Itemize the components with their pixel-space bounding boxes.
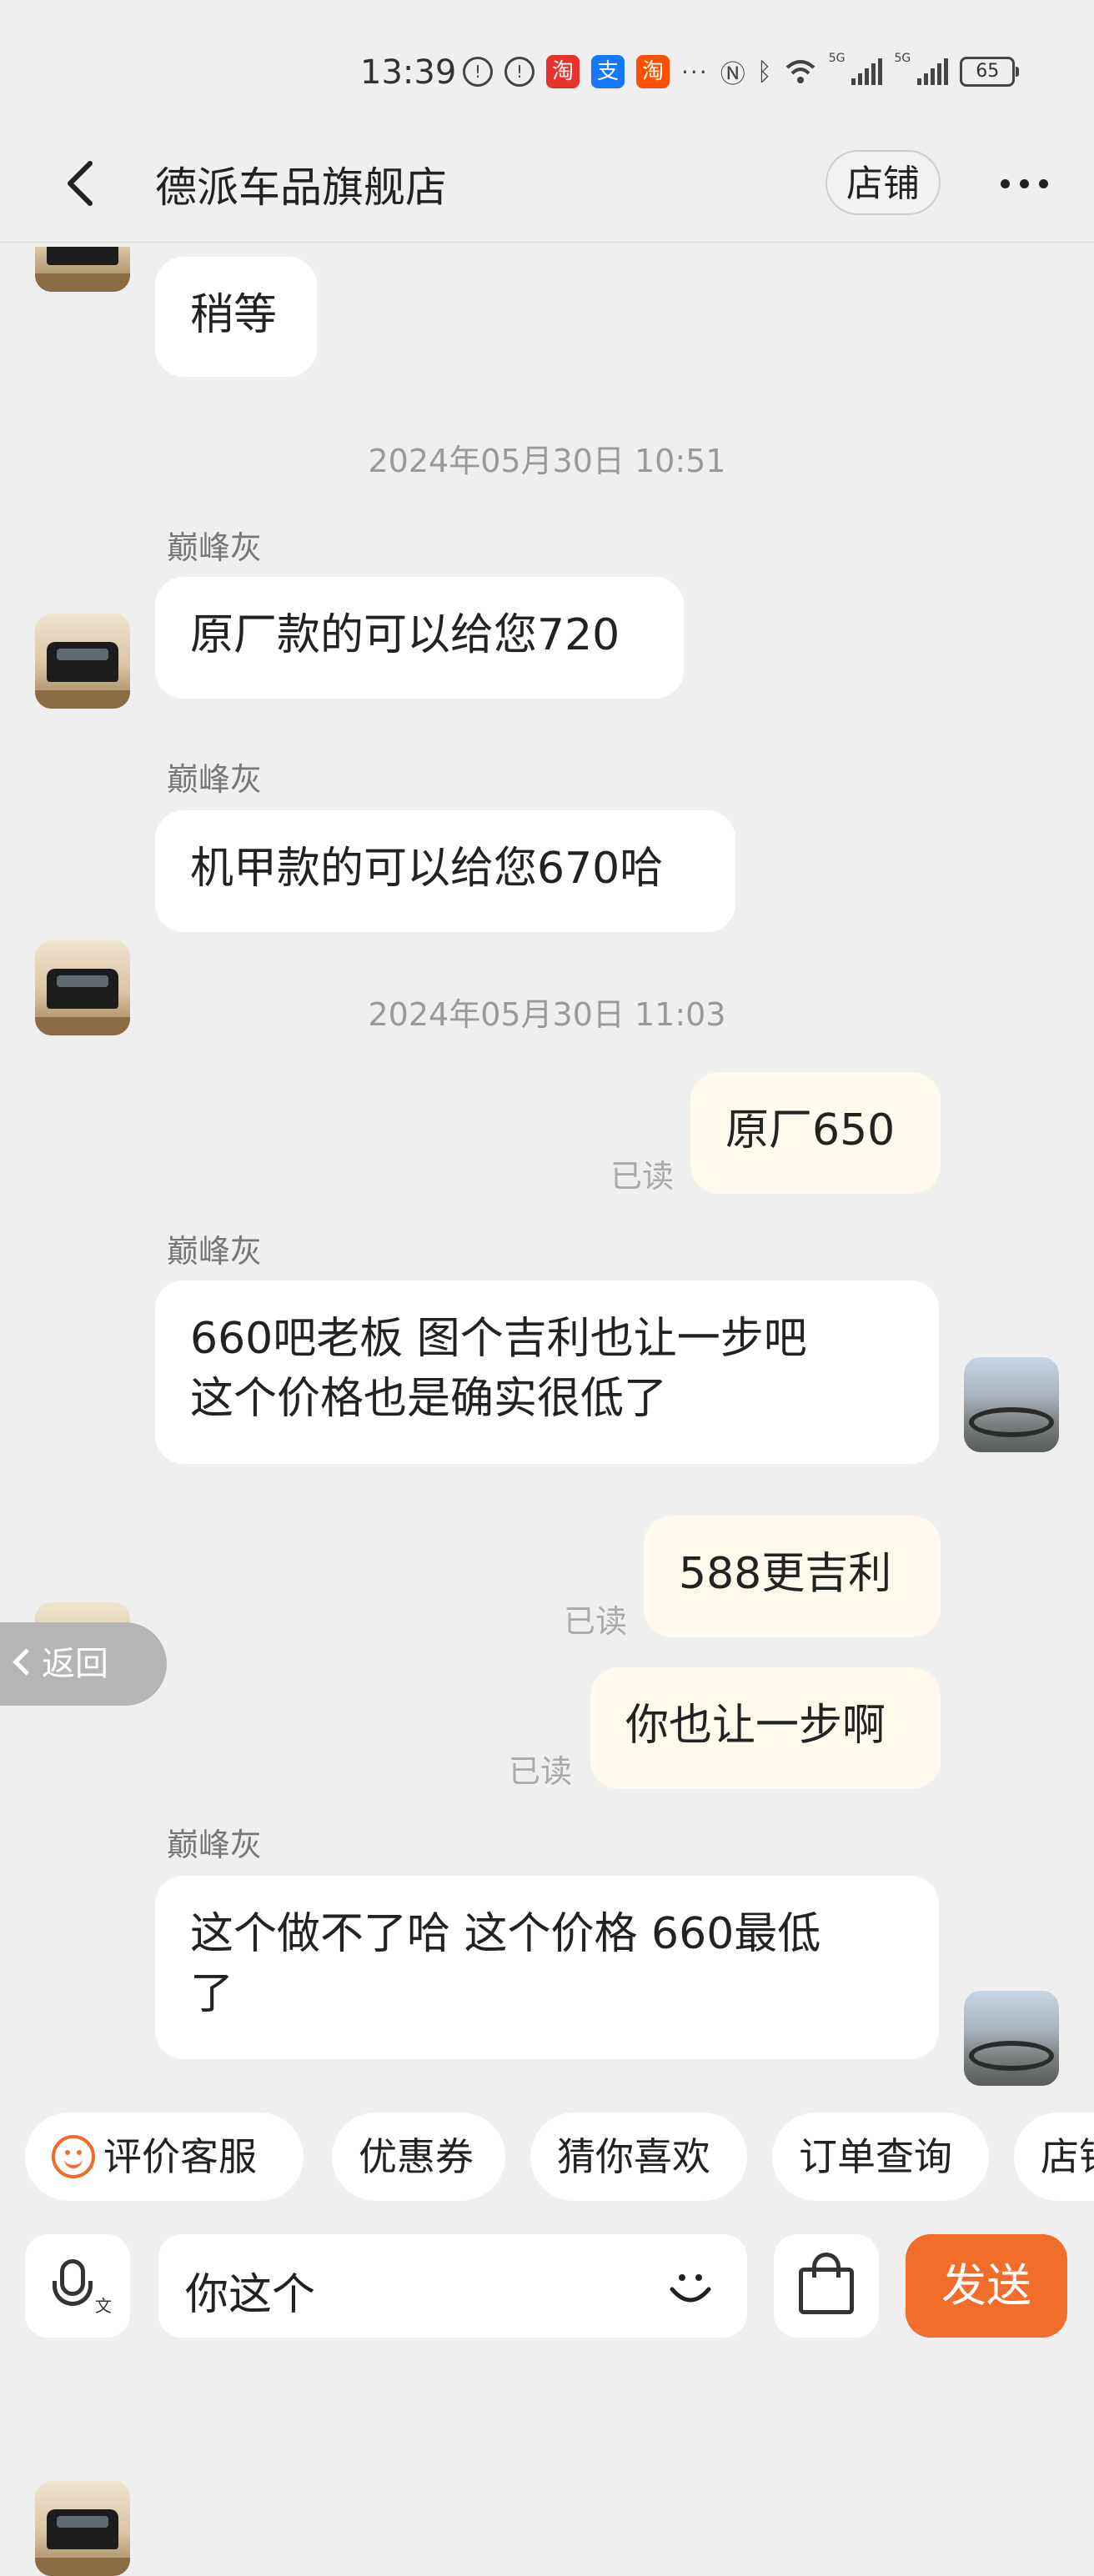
message-input-value: 你这个 — [185, 2270, 316, 2320]
taobao-lite-app-icon: 淘 — [636, 55, 670, 88]
my-message-bubble: 原厂650 — [690, 1072, 941, 1194]
message-bubble: 660吧老板 图个吉利也让一步吧 这个价格也是确实很低了 — [155, 1280, 939, 1464]
signal-icon — [851, 58, 883, 85]
network-type-label: 5G — [894, 52, 911, 65]
shop-button[interactable]: 店铺 — [826, 150, 941, 215]
floating-back-button[interactable]: 返回 — [0, 1622, 167, 1706]
more-options-icon[interactable] — [1001, 167, 1059, 200]
message-bubble: 这个做不了哈 这个价格 660最低 了 — [155, 1876, 939, 2059]
quick-action-recommend[interactable]: 猜你喜欢 — [530, 2112, 747, 2201]
quick-action-order-query[interactable]: 订单查询 — [772, 2112, 989, 2201]
voice-to-text-badge: 文 — [95, 2296, 112, 2316]
quick-action-label: 评价客服 — [103, 2134, 257, 2179]
chevron-left-icon — [13, 1648, 40, 1676]
send-button[interactable]: 发送 — [906, 2234, 1067, 2338]
message-input[interactable]: 你这个 — [158, 2234, 747, 2338]
read-receipt: 已读 — [564, 1603, 628, 1640]
taobao-app-icon: 淘 — [546, 55, 580, 88]
shop-avatar[interactable] — [35, 2481, 130, 2576]
page-title: 德派车品旗舰店 — [155, 163, 447, 212]
sender-name: 巅峰灰 — [167, 529, 263, 566]
back-arrow-icon[interactable] — [58, 158, 108, 208]
message-line: 这个做不了哈 这个价格 660最低 — [190, 1909, 821, 1959]
sender-name: 巅峰灰 — [167, 761, 263, 798]
message-line: 了 — [190, 1969, 234, 2019]
nfc-icon: Ⓝ — [720, 60, 745, 89]
quick-action-rate-service[interactable]: 评价客服 — [25, 2112, 304, 2201]
signal-icon — [917, 58, 949, 85]
sender-name: 巅峰灰 — [167, 1827, 263, 1863]
quick-action-label: 猜你喜欢 — [557, 2134, 710, 2179]
smile-icon — [52, 2134, 95, 2178]
sender-name: 巅峰灰 — [167, 1233, 263, 1270]
wifi-icon — [785, 60, 815, 83]
alert-icon: ! — [504, 57, 534, 87]
quick-action-coupon[interactable]: 优惠券 — [332, 2112, 505, 2201]
my-message-bubble: 你也让一步啊 — [590, 1667, 941, 1789]
alert-icon: ! — [463, 57, 493, 87]
emoji-icon[interactable] — [664, 2259, 717, 2313]
battery-icon: 65 — [960, 57, 1020, 87]
status-time: 13:39 — [360, 53, 457, 92]
message-bubble: 稍等 — [155, 257, 317, 377]
alipay-app-icon: 支 — [591, 55, 625, 88]
message-line: 这个价格也是确实很低了 — [190, 1374, 668, 1424]
bluetooth-icon: ᛒ — [756, 57, 772, 87]
shopping-bag-icon — [799, 2268, 854, 2314]
message-timestamp: 2024年05月30日 11:03 — [368, 996, 726, 1033]
quick-action-label: 优惠券 — [359, 2134, 474, 2179]
message-line: 660吧老板 图个吉利也让一步吧 — [190, 1314, 807, 1364]
status-icons: ! ! 淘 支 淘 ··· Ⓝ ᛒ 5G 5G 65 — [463, 52, 1020, 92]
floating-back-label: 返回 — [42, 1645, 108, 1683]
read-receipt: 已读 — [610, 1158, 675, 1195]
message-bubble: 原厂款的可以给您720 — [155, 577, 684, 699]
my-message-bubble: 588更吉利 — [644, 1516, 941, 1637]
user-avatar[interactable] — [964, 1991, 1059, 2086]
message-bubble: 机甲款的可以给您670哈 — [155, 810, 735, 932]
more-notifications-icon: ··· — [681, 58, 709, 86]
message-timestamp: 2024年05月30日 10:51 — [368, 443, 726, 479]
network-type-label: 5G — [828, 52, 846, 65]
user-avatar[interactable] — [964, 1357, 1059, 1452]
quick-action-shop[interactable]: 店铺 — [1014, 2112, 1094, 2201]
shop-avatar[interactable] — [35, 614, 130, 709]
read-receipt: 已读 — [509, 1753, 573, 1790]
voice-input-button[interactable]: 文 — [25, 2234, 130, 2338]
microphone-stand — [53, 2281, 93, 2306]
products-button[interactable] — [774, 2234, 879, 2338]
quick-action-label: 订单查询 — [799, 2134, 952, 2179]
quick-action-label: 店铺 — [1041, 2134, 1094, 2179]
